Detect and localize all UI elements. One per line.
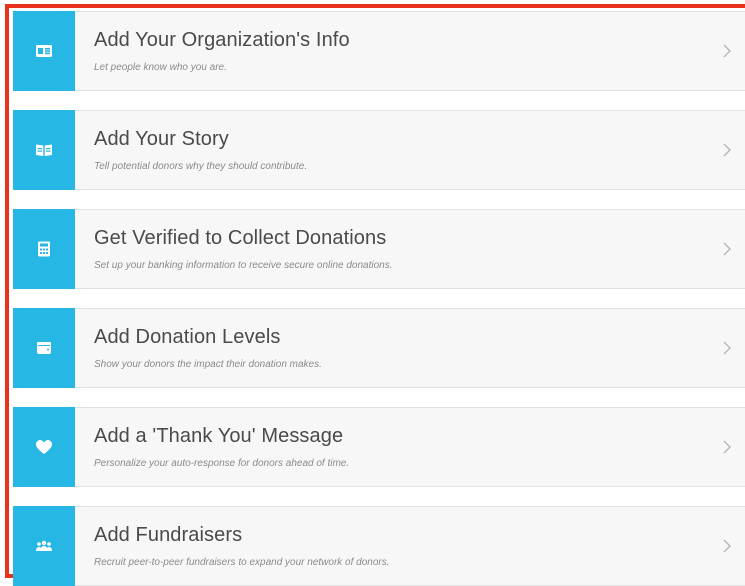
heart-icon xyxy=(36,440,52,454)
step-fundraisers[interactable]: Add Fundraisers Recruit peer-to-peer fun… xyxy=(13,506,745,586)
step-subtitle: Set up your banking information to recei… xyxy=(94,260,393,271)
step-subtitle: Personalize your auto-response for donor… xyxy=(94,458,350,469)
step-icon-tile xyxy=(13,308,75,388)
chevron-right-icon xyxy=(719,535,735,557)
open-book-icon xyxy=(36,144,52,156)
step-title: Add Your Organization's Info xyxy=(94,29,350,51)
chevron-right-icon xyxy=(719,139,735,161)
chevron-right-icon xyxy=(719,238,735,260)
wallet-icon xyxy=(37,342,51,354)
step-icon-tile xyxy=(13,407,75,487)
people-group-icon xyxy=(36,540,52,551)
step-title: Add Your Story xyxy=(94,128,229,150)
chevron-right-icon xyxy=(719,337,735,359)
calculator-icon xyxy=(38,241,50,257)
step-title: Add Donation Levels xyxy=(94,326,281,348)
step-story[interactable]: Add Your Story Tell potential donors why… xyxy=(13,110,745,190)
step-subtitle: Tell potential donors why they should co… xyxy=(94,161,308,172)
step-icon-tile xyxy=(13,209,75,289)
step-get-verified[interactable]: Get Verified to Collect Donations Set up… xyxy=(13,209,745,289)
step-icon-tile xyxy=(13,11,75,91)
step-title: Add a 'Thank You' Message xyxy=(94,425,344,447)
id-card-icon xyxy=(36,45,52,57)
step-organization-info[interactable]: Add Your Organization's Info Let people … xyxy=(13,11,745,91)
step-title: Get Verified to Collect Donations xyxy=(94,227,387,249)
step-donation-levels[interactable]: Add Donation Levels Show your donors the… xyxy=(13,308,745,388)
step-icon-tile xyxy=(13,110,75,190)
step-thank-you-message[interactable]: Add a 'Thank You' Message Personalize yo… xyxy=(13,407,745,487)
step-icon-tile xyxy=(13,506,75,586)
step-subtitle: Recruit peer-to-peer fundraisers to expa… xyxy=(94,557,390,568)
step-subtitle: Let people know who you are. xyxy=(94,62,227,73)
chevron-right-icon xyxy=(719,40,735,62)
chevron-right-icon xyxy=(719,436,735,458)
step-subtitle: Show your donors the impact their donati… xyxy=(94,359,322,370)
step-title: Add Fundraisers xyxy=(94,524,243,546)
